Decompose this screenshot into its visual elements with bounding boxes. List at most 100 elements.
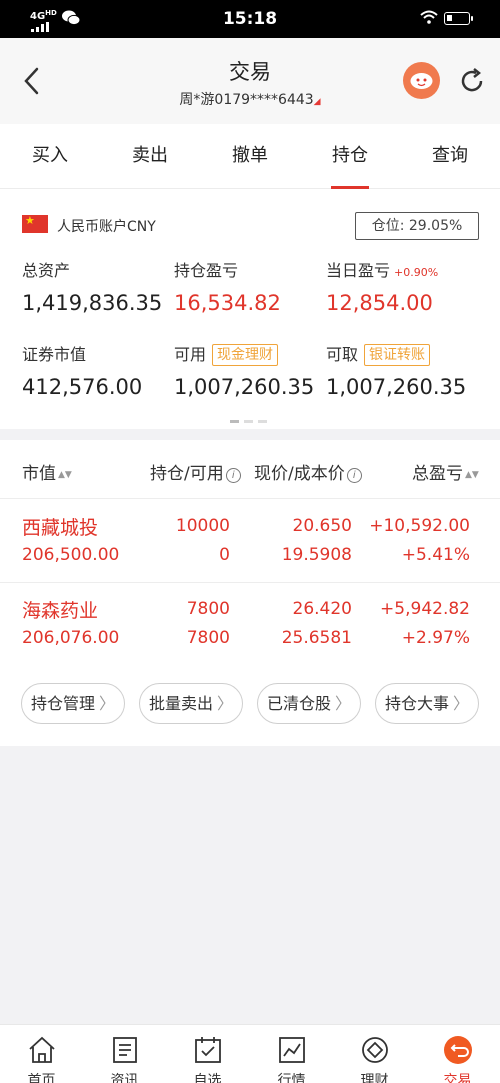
batch-sell-button[interactable]: 批量卖出〉 xyxy=(139,683,243,724)
stock-pnl-percent: +2.97% xyxy=(401,628,470,648)
stock-position: 10000 xyxy=(175,516,230,536)
total-assets-value: 1,419,836.35 xyxy=(22,291,163,315)
nav-wealth[interactable]: 理财 xyxy=(333,1025,416,1083)
stock-pnl: +10,592.00 xyxy=(369,516,470,536)
sort-icon: ▲▼ xyxy=(58,470,72,480)
holdings-header: 市值 ▲▼ 持仓/可用 i 现价/成本价 i 总盈亏 ▲▼ xyxy=(0,440,500,499)
market-value-value: 412,576.00 xyxy=(22,375,143,399)
nav-trade[interactable]: 交易 xyxy=(416,1025,499,1083)
cleared-stocks-button[interactable]: 已清仓股〉 xyxy=(257,683,361,724)
column-label: 总盈亏 xyxy=(412,464,463,484)
chevron-right-icon: 〉 xyxy=(335,694,352,713)
customer-service-avatar-icon[interactable] xyxy=(403,62,440,99)
holding-row[interactable]: 西藏城投 206,500.00 10000 0 20.650 19.5908 +… xyxy=(0,500,500,584)
holding-events-button[interactable]: 持仓大事〉 xyxy=(375,683,479,724)
wealth-icon xyxy=(362,1037,388,1063)
button-label: 批量卖出 xyxy=(148,694,213,713)
sort-icon: ▲▼ xyxy=(465,470,479,480)
nav-label: 资讯 xyxy=(110,1073,139,1083)
nav-news[interactable]: 资讯 xyxy=(83,1025,166,1083)
stock-name: 西藏城投 xyxy=(22,517,99,539)
withdrawable-label-group: 可取 银证转账 xyxy=(326,341,431,366)
stock-pnl: +5,942.82 xyxy=(380,599,470,619)
holdings-panel: 市值 ▲▼ 持仓/可用 i 现价/成本价 i 总盈亏 ▲▼ 西藏城投 206,500.0… xyxy=(0,440,500,746)
watchlist-icon xyxy=(195,1037,221,1063)
stock-market-value: 206,500.00 xyxy=(22,545,120,565)
nav-label: 行情 xyxy=(277,1073,306,1083)
stock-name: 海森药业 xyxy=(22,600,99,622)
column-label: 市值 xyxy=(22,464,56,484)
tab-label: 撤单 xyxy=(232,145,268,166)
trade-icon xyxy=(444,1036,472,1064)
chevron-right-icon: 〉 xyxy=(453,694,470,713)
stock-position: 7800 xyxy=(186,599,230,619)
market-icon xyxy=(279,1037,305,1063)
nav-label: 首页 xyxy=(27,1073,56,1083)
home-icon xyxy=(29,1036,55,1063)
tab-cancel-order[interactable]: 撤单 xyxy=(200,124,300,189)
tab-buy[interactable]: 买入 xyxy=(0,124,100,189)
button-label: 已清仓股 xyxy=(266,694,331,713)
button-label: 持仓大事 xyxy=(384,694,449,713)
column-pnl[interactable]: 总盈亏 ▲▼ xyxy=(412,459,479,484)
column-price: 现价/成本价 i xyxy=(254,459,362,484)
column-label: 持仓/可用 xyxy=(150,464,224,484)
column-position: 持仓/可用 i xyxy=(150,459,241,484)
page-indicator xyxy=(230,420,270,423)
bank-transfer-button[interactable]: 银证转账 xyxy=(364,344,431,366)
nav-watchlist[interactable]: 自选 xyxy=(166,1025,249,1083)
position-management-button[interactable]: 持仓管理〉 xyxy=(21,683,125,724)
daily-pnl-label-group: 当日盈亏 +0.90% xyxy=(326,257,438,281)
tab-sell[interactable]: 卖出 xyxy=(100,124,200,189)
trade-tabs: 买入 卖出 撤单 持仓 查询 xyxy=(0,124,500,189)
info-icon[interactable]: i xyxy=(225,468,241,483)
stock-available: 0 xyxy=(219,545,230,565)
withdrawable-value: 1,007,260.35 xyxy=(326,375,467,399)
wifi-icon xyxy=(420,10,438,24)
dropdown-marker-icon: ◢ xyxy=(313,97,321,107)
holding-pnl-label: 持仓盈亏 xyxy=(174,261,239,280)
tab-holdings[interactable]: 持仓 xyxy=(300,124,400,189)
stock-market-value: 206,076.00 xyxy=(22,628,120,648)
available-label-group: 可用 现金理财 xyxy=(174,341,279,366)
stock-available: 7800 xyxy=(186,628,230,648)
china-flag-icon: ★ xyxy=(22,215,48,233)
daily-pnl-percent: +0.90% xyxy=(394,266,439,279)
nav-label: 自选 xyxy=(193,1073,222,1083)
account-summary: ★ 人民币账户CNY 仓位: 29.05% 总资产 1,419,836.35 持… xyxy=(0,189,500,429)
account-currency-label: 人民币账户CNY xyxy=(57,219,156,235)
tab-query[interactable]: 查询 xyxy=(400,124,500,189)
news-icon xyxy=(113,1037,137,1063)
cash-management-button[interactable]: 现金理财 xyxy=(212,344,279,366)
nav-home[interactable]: 首页 xyxy=(0,1025,83,1083)
daily-pnl-value: 12,854.00 xyxy=(326,291,433,315)
tab-label: 持仓 xyxy=(332,145,368,166)
market-value-label: 证券市值 xyxy=(22,345,87,364)
refresh-icon[interactable] xyxy=(457,66,487,96)
available-label: 可用 xyxy=(174,345,207,364)
holding-row[interactable]: 海森药业 206,076.00 7800 7800 26.420 25.6581… xyxy=(0,583,500,667)
chevron-right-icon: 〉 xyxy=(99,694,116,713)
nav-label: 交易 xyxy=(443,1073,472,1083)
position-label: 仓位: xyxy=(371,218,405,234)
column-label: 现价/成本价 xyxy=(254,464,345,484)
daily-pnl-label: 当日盈亏 xyxy=(326,261,391,280)
button-label: 持仓管理 xyxy=(30,694,95,713)
nav-market[interactable]: 行情 xyxy=(250,1025,333,1083)
position-ratio-badge: 仓位: 29.05% xyxy=(355,212,479,240)
battery-icon xyxy=(444,12,473,25)
withdrawable-label: 可取 xyxy=(326,345,359,364)
status-bar: 4GHD 15:18 xyxy=(0,0,500,38)
stock-price: 26.420 xyxy=(292,599,352,619)
tab-label: 卖出 xyxy=(132,145,168,166)
stock-cost: 19.5908 xyxy=(281,545,352,565)
column-market-value[interactable]: 市值 ▲▼ xyxy=(22,459,72,484)
total-assets-label: 总资产 xyxy=(22,261,71,280)
app-header: 交易 周*游0179****6443◢ xyxy=(0,38,500,124)
info-icon[interactable]: i xyxy=(346,468,362,483)
account-number: 周*游0179****6443 xyxy=(179,92,314,108)
bottom-navigation: 首页 资讯 自选 行情 理财 交易 xyxy=(0,1024,500,1083)
stock-cost: 25.6581 xyxy=(281,628,352,648)
nav-label: 理财 xyxy=(360,1073,389,1083)
stock-price: 20.650 xyxy=(292,516,352,536)
